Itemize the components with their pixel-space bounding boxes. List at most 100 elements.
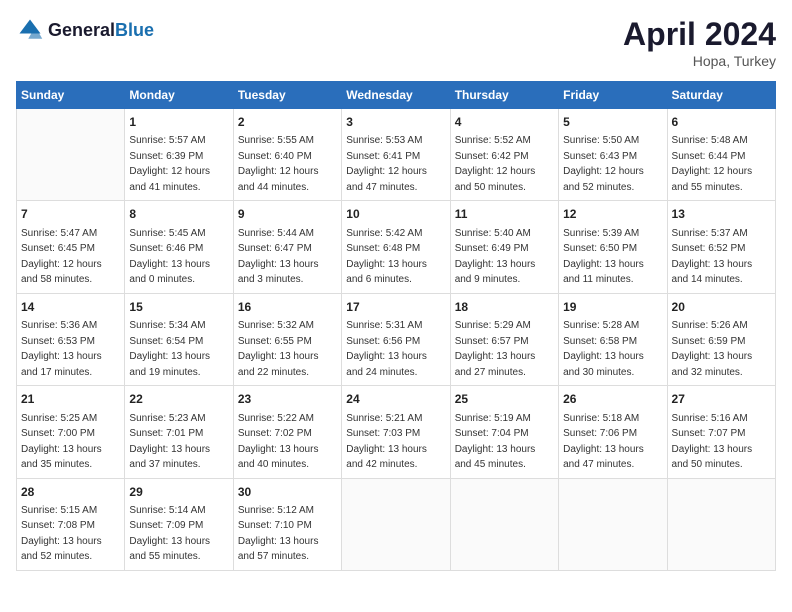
calendar-cell: 11 Sunrise: 5:40 AM Sunset: 6:49 PM Dayli… — [450, 201, 558, 293]
day-number: 29 — [129, 484, 228, 501]
day-info: Sunrise: 5:47 AM Sunset: 6:45 PM Dayligh… — [21, 228, 102, 286]
day-info: Sunrise: 5:25 AM Sunset: 7:00 PM Dayligh… — [21, 413, 102, 471]
calendar-cell: 12 Sunrise: 5:39 AM Sunset: 6:50 PM Dayli… — [559, 201, 667, 293]
day-info: Sunrise: 5:42 AM Sunset: 6:48 PM Dayligh… — [346, 228, 427, 286]
day-number: 28 — [21, 484, 120, 501]
day-number: 2 — [238, 114, 337, 131]
day-number: 16 — [238, 299, 337, 316]
calendar-cell: 27Sunrise: 5:16 AM Sunset: 7:07 PM Dayli… — [667, 386, 775, 478]
title-block: April 2024 Hopa, Turkey — [623, 16, 776, 69]
day-info: Sunrise: 5:34 AM Sunset: 6:54 PM Dayligh… — [129, 320, 210, 378]
day-info: Sunrise: 5:32 AM Sunset: 6:55 PM Dayligh… — [238, 320, 319, 378]
weekday-header-row: SundayMondayTuesdayWednesdayThursdayFrid… — [17, 82, 776, 109]
day-number: 23 — [238, 391, 337, 408]
day-info: Sunrise: 5:55 AM Sunset: 6:40 PM Dayligh… — [238, 135, 319, 193]
calendar-title: April 2024 — [623, 16, 776, 53]
day-info: Sunrise: 5:57 AM Sunset: 6:39 PM Dayligh… — [129, 135, 210, 193]
day-number: 1 — [129, 114, 228, 131]
calendar-cell: 8 Sunrise: 5:45 AM Sunset: 6:46 PM Daylig… — [125, 201, 233, 293]
calendar-cell: 26Sunrise: 5:18 AM Sunset: 7:06 PM Dayli… — [559, 386, 667, 478]
day-info: Sunrise: 5:18 AM Sunset: 7:06 PM Dayligh… — [563, 413, 644, 471]
calendar-week-1: 1 Sunrise: 5:57 AM Sunset: 6:39 PM Daylig… — [17, 109, 776, 201]
calendar-cell — [667, 478, 775, 570]
calendar-cell: 20Sunrise: 5:26 AM Sunset: 6:59 PM Dayli… — [667, 293, 775, 385]
calendar-cell: 6 Sunrise: 5:48 AM Sunset: 6:44 PM Daylig… — [667, 109, 775, 201]
weekday-header-thursday: Thursday — [450, 82, 558, 109]
day-info: Sunrise: 5:45 AM Sunset: 6:46 PM Dayligh… — [129, 228, 210, 286]
calendar-cell: 10 Sunrise: 5:42 AM Sunset: 6:48 PM Dayli… — [342, 201, 450, 293]
day-number: 24 — [346, 391, 445, 408]
calendar-cell — [559, 478, 667, 570]
day-info: Sunrise: 5:15 AM Sunset: 7:08 PM Dayligh… — [21, 505, 102, 563]
day-number: 12 — [563, 206, 662, 223]
day-number: 10 — [346, 206, 445, 223]
calendar-cell: 21 Sunrise: 5:25 AM Sunset: 7:00 PM Dayli… — [17, 386, 125, 478]
day-info: Sunrise: 5:19 AM Sunset: 7:04 PM Dayligh… — [455, 413, 536, 471]
calendar-cell: 23 Sunrise: 5:22 AM Sunset: 7:02 PM Dayli… — [233, 386, 341, 478]
calendar-body: 1 Sunrise: 5:57 AM Sunset: 6:39 PM Daylig… — [17, 109, 776, 571]
day-number: 20 — [672, 299, 771, 316]
calendar-cell: 29 Sunrise: 5:14 AM Sunset: 7:09 PM Dayli… — [125, 478, 233, 570]
calendar-week-2: 7 Sunrise: 5:47 AM Sunset: 6:45 PM Daylig… — [17, 201, 776, 293]
weekday-header-tuesday: Tuesday — [233, 82, 341, 109]
calendar-cell: 5Sunrise: 5:50 AM Sunset: 6:43 PM Daylig… — [559, 109, 667, 201]
day-info: Sunrise: 5:48 AM Sunset: 6:44 PM Dayligh… — [672, 135, 753, 193]
calendar-cell: 9 Sunrise: 5:44 AM Sunset: 6:47 PM Daylig… — [233, 201, 341, 293]
calendar-cell: 15 Sunrise: 5:34 AM Sunset: 6:54 PM Dayli… — [125, 293, 233, 385]
weekday-header-wednesday: Wednesday — [342, 82, 450, 109]
calendar-cell: 13Sunrise: 5:37 AM Sunset: 6:52 PM Dayli… — [667, 201, 775, 293]
day-number: 14 — [21, 299, 120, 316]
calendar-cell: 18 Sunrise: 5:29 AM Sunset: 6:57 PM Dayli… — [450, 293, 558, 385]
weekday-header-monday: Monday — [125, 82, 233, 109]
calendar-cell: 22 Sunrise: 5:23 AM Sunset: 7:01 PM Dayli… — [125, 386, 233, 478]
weekday-header-friday: Friday — [559, 82, 667, 109]
day-info: Sunrise: 5:23 AM Sunset: 7:01 PM Dayligh… — [129, 413, 210, 471]
calendar-week-3: 14 Sunrise: 5:36 AM Sunset: 6:53 PM Dayli… — [17, 293, 776, 385]
day-number: 25 — [455, 391, 554, 408]
day-info: Sunrise: 5:36 AM Sunset: 6:53 PM Dayligh… — [21, 320, 102, 378]
logo-icon — [16, 16, 44, 44]
calendar-week-5: 28 Sunrise: 5:15 AM Sunset: 7:08 PM Dayli… — [17, 478, 776, 570]
calendar-cell — [450, 478, 558, 570]
day-info: Sunrise: 5:22 AM Sunset: 7:02 PM Dayligh… — [238, 413, 319, 471]
day-info: Sunrise: 5:44 AM Sunset: 6:47 PM Dayligh… — [238, 228, 319, 286]
day-info: Sunrise: 5:39 AM Sunset: 6:50 PM Dayligh… — [563, 228, 644, 286]
calendar-week-4: 21 Sunrise: 5:25 AM Sunset: 7:00 PM Dayli… — [17, 386, 776, 478]
calendar-header: SundayMondayTuesdayWednesdayThursdayFrid… — [17, 82, 776, 109]
calendar-cell — [342, 478, 450, 570]
day-info: Sunrise: 5:40 AM Sunset: 6:49 PM Dayligh… — [455, 228, 536, 286]
calendar-cell: 17 Sunrise: 5:31 AM Sunset: 6:56 PM Dayli… — [342, 293, 450, 385]
logo-text-general: General — [48, 20, 115, 40]
calendar-table: SundayMondayTuesdayWednesdayThursdayFrid… — [16, 81, 776, 571]
calendar-cell: 16 Sunrise: 5:32 AM Sunset: 6:55 PM Dayli… — [233, 293, 341, 385]
day-number: 3 — [346, 114, 445, 131]
calendar-cell: 2 Sunrise: 5:55 AM Sunset: 6:40 PM Daylig… — [233, 109, 341, 201]
day-number: 9 — [238, 206, 337, 223]
day-info: Sunrise: 5:14 AM Sunset: 7:09 PM Dayligh… — [129, 505, 210, 563]
day-number: 18 — [455, 299, 554, 316]
day-info: Sunrise: 5:31 AM Sunset: 6:56 PM Dayligh… — [346, 320, 427, 378]
calendar-cell: 1 Sunrise: 5:57 AM Sunset: 6:39 PM Daylig… — [125, 109, 233, 201]
calendar-cell — [17, 109, 125, 201]
day-number: 6 — [672, 114, 771, 131]
day-number: 17 — [346, 299, 445, 316]
day-number: 7 — [21, 206, 120, 223]
calendar-cell: 28 Sunrise: 5:15 AM Sunset: 7:08 PM Dayli… — [17, 478, 125, 570]
day-info: Sunrise: 5:37 AM Sunset: 6:52 PM Dayligh… — [672, 228, 753, 286]
day-number: 11 — [455, 206, 554, 223]
day-info: Sunrise: 5:29 AM Sunset: 6:57 PM Dayligh… — [455, 320, 536, 378]
day-number: 21 — [21, 391, 120, 408]
day-info: Sunrise: 5:28 AM Sunset: 6:58 PM Dayligh… — [563, 320, 644, 378]
day-number: 15 — [129, 299, 228, 316]
day-number: 8 — [129, 206, 228, 223]
day-number: 22 — [129, 391, 228, 408]
day-info: Sunrise: 5:12 AM Sunset: 7:10 PM Dayligh… — [238, 505, 319, 563]
calendar-cell: 30Sunrise: 5:12 AM Sunset: 7:10 PM Dayli… — [233, 478, 341, 570]
calendar-location: Hopa, Turkey — [623, 53, 776, 69]
weekday-header-sunday: Sunday — [17, 82, 125, 109]
day-number: 19 — [563, 299, 662, 316]
page-header: GeneralBlue April 2024 Hopa, Turkey — [16, 16, 776, 69]
day-info: Sunrise: 5:53 AM Sunset: 6:41 PM Dayligh… — [346, 135, 427, 193]
calendar-cell: 4Sunrise: 5:52 AM Sunset: 6:42 PM Daylig… — [450, 109, 558, 201]
logo: GeneralBlue — [16, 16, 154, 44]
